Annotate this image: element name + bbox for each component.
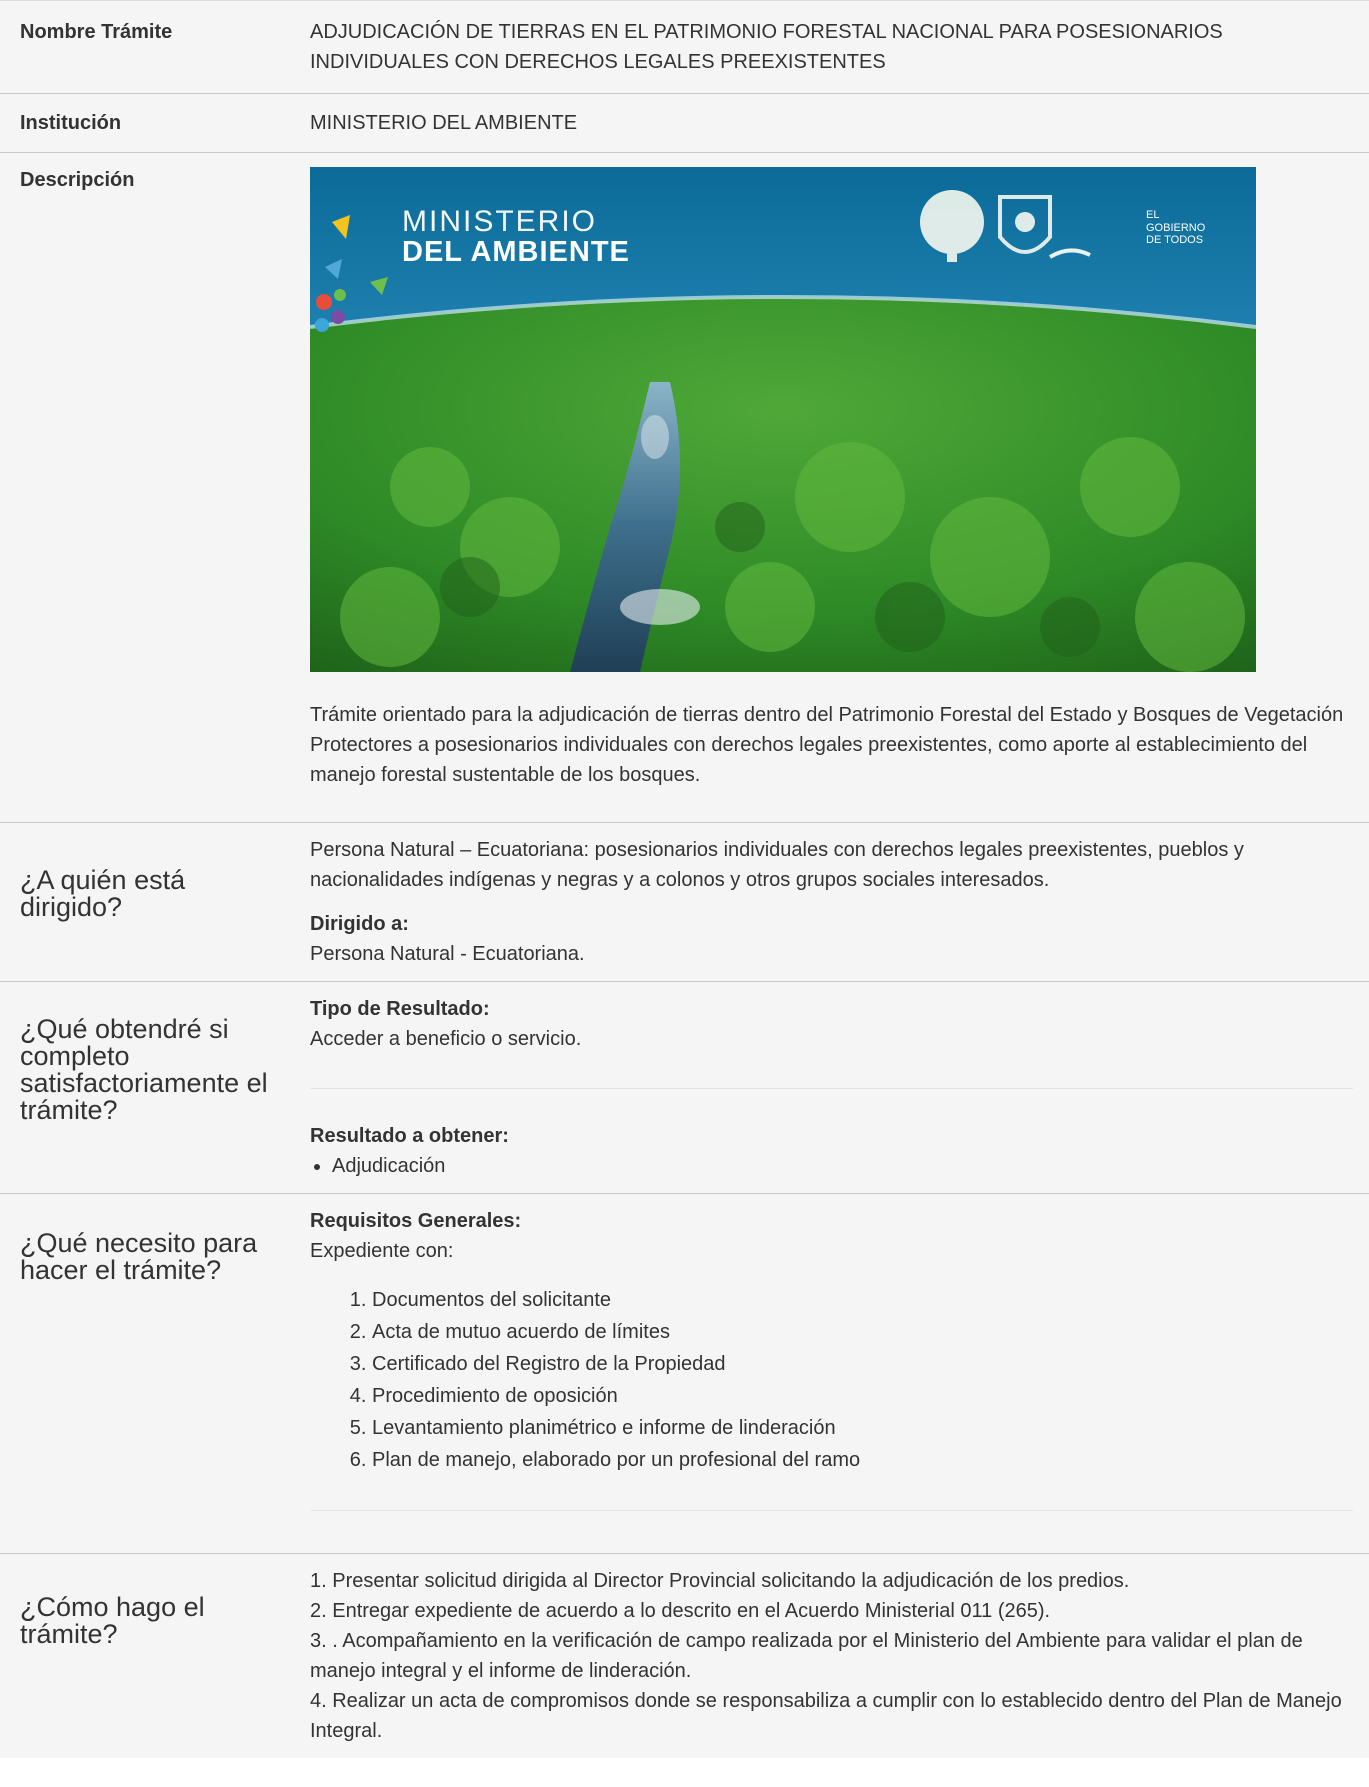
requisitos-label: Requisitos Generales: bbox=[310, 1210, 522, 1232]
dirigido-sub-label: Dirigido a: bbox=[310, 913, 409, 935]
tramite-name: ADJUDICACIÓN DE TIERRAS EN EL PATRIMONIO… bbox=[310, 21, 1223, 73]
necesito-content: Requisitos Generales: Expediente con: Do… bbox=[290, 1194, 1369, 1553]
pasos-list: 1. Presentar solicitud dirigida al Direc… bbox=[290, 1554, 1369, 1758]
description-content: MINISTERIO DEL AMBIENTE EL GOBIERNO DE T… bbox=[290, 153, 1369, 822]
list-item: Procedimiento de oposición bbox=[372, 1380, 1353, 1412]
divider bbox=[310, 1088, 1353, 1089]
row-obtendre: ¿Qué obtendré si completo satisfactoriam… bbox=[0, 982, 1369, 1194]
brand-line2: DEL AMBIENTE bbox=[402, 236, 630, 268]
list-item: 1. Presentar solicitud dirigida al Direc… bbox=[310, 1570, 1130, 1592]
list-item: 2. Entregar expediente de acuerdo a lo d… bbox=[310, 1600, 1051, 1622]
divider bbox=[310, 1510, 1353, 1511]
tipo-resultado-value: Acceder a beneficio o servicio. bbox=[310, 1028, 582, 1050]
list-item: Acta de mutuo acuerdo de límites bbox=[372, 1316, 1353, 1348]
requisitos-intro: Expediente con: bbox=[310, 1240, 454, 1262]
list-item: 3. . Acompañamiento en la verificación d… bbox=[310, 1630, 1303, 1682]
description-text: Trámite orientado para la adjudicación d… bbox=[310, 704, 1344, 786]
resultado-label: Resultado a obtener: bbox=[310, 1125, 509, 1147]
list-item: Levantamiento planimétrico e informe de … bbox=[372, 1412, 1353, 1444]
list-item: Adjudicación bbox=[332, 1151, 1353, 1181]
dirigido-sub-value: Persona Natural - Ecuatoriana. bbox=[310, 943, 585, 965]
row-label: Institución bbox=[20, 112, 122, 134]
dirigido-content: Persona Natural – Ecuatoriana: posesiona… bbox=[290, 823, 1369, 981]
row-label: Nombre Trámite bbox=[20, 21, 173, 43]
row-necesito: ¿Qué necesito para hacer el trámite? Req… bbox=[0, 1194, 1369, 1554]
row-nombre-tramite: Nombre Trámite ADJUDICACIÓN DE TIERRAS E… bbox=[0, 1, 1369, 94]
row-label: ¿Qué necesito para hacer el trámite? bbox=[20, 1228, 258, 1285]
tipo-resultado-label: Tipo de Resultado: bbox=[310, 998, 490, 1020]
row-como: ¿Cómo hago el trámite? 1. Presentar soli… bbox=[0, 1554, 1369, 1758]
resultado-list: Adjudicación bbox=[310, 1151, 1353, 1181]
gob-line2: GOBIERNO bbox=[1146, 221, 1206, 234]
obtendre-content: Tipo de Resultado: Acceder a beneficio o… bbox=[290, 982, 1369, 1193]
ministry-logo: MINISTERIO DEL AMBIENTE bbox=[402, 207, 630, 269]
list-item: Certificado del Registro de la Propiedad bbox=[372, 1348, 1353, 1380]
list-item: Plan de manejo, elaborado por un profesi… bbox=[372, 1444, 1353, 1476]
requisitos-list: Documentos del solicitante Acta de mutuo… bbox=[310, 1284, 1353, 1476]
brand-line1: MINISTERIO bbox=[402, 205, 598, 238]
gob-line1: EL bbox=[1146, 209, 1160, 221]
row-descripcion: Descripción MINISTERIO DEL AMBIENTE EL G… bbox=[0, 153, 1369, 823]
list-item: 4. Realizar un acta de compromisos donde… bbox=[310, 1690, 1342, 1742]
institution-name: MINISTERIO DEL AMBIENTE bbox=[310, 112, 578, 134]
row-label: Descripción bbox=[20, 169, 135, 191]
ministry-banner-image: MINISTERIO DEL AMBIENTE EL GOBIERNO DE T… bbox=[310, 167, 1256, 672]
gobierno-logo: EL GOBIERNO DE TODOS bbox=[1146, 209, 1205, 247]
list-item: Documentos del solicitante bbox=[372, 1284, 1353, 1316]
row-dirigido: ¿A quién está dirigido? Persona Natural … bbox=[0, 823, 1369, 982]
tramite-detail-table: Nombre Trámite ADJUDICACIÓN DE TIERRAS E… bbox=[0, 0, 1369, 1758]
gob-line3: DE TODOS bbox=[1146, 234, 1204, 247]
row-label: ¿Cómo hago el trámite? bbox=[20, 1592, 205, 1649]
row-label: ¿A quién está dirigido? bbox=[20, 865, 186, 922]
row-institucion: Institución MINISTERIO DEL AMBIENTE bbox=[0, 94, 1369, 153]
row-label: ¿Qué obtendré si completo satisfactoriam… bbox=[20, 1014, 268, 1125]
dirigido-text: Persona Natural – Ecuatoriana: posesiona… bbox=[310, 839, 1244, 891]
